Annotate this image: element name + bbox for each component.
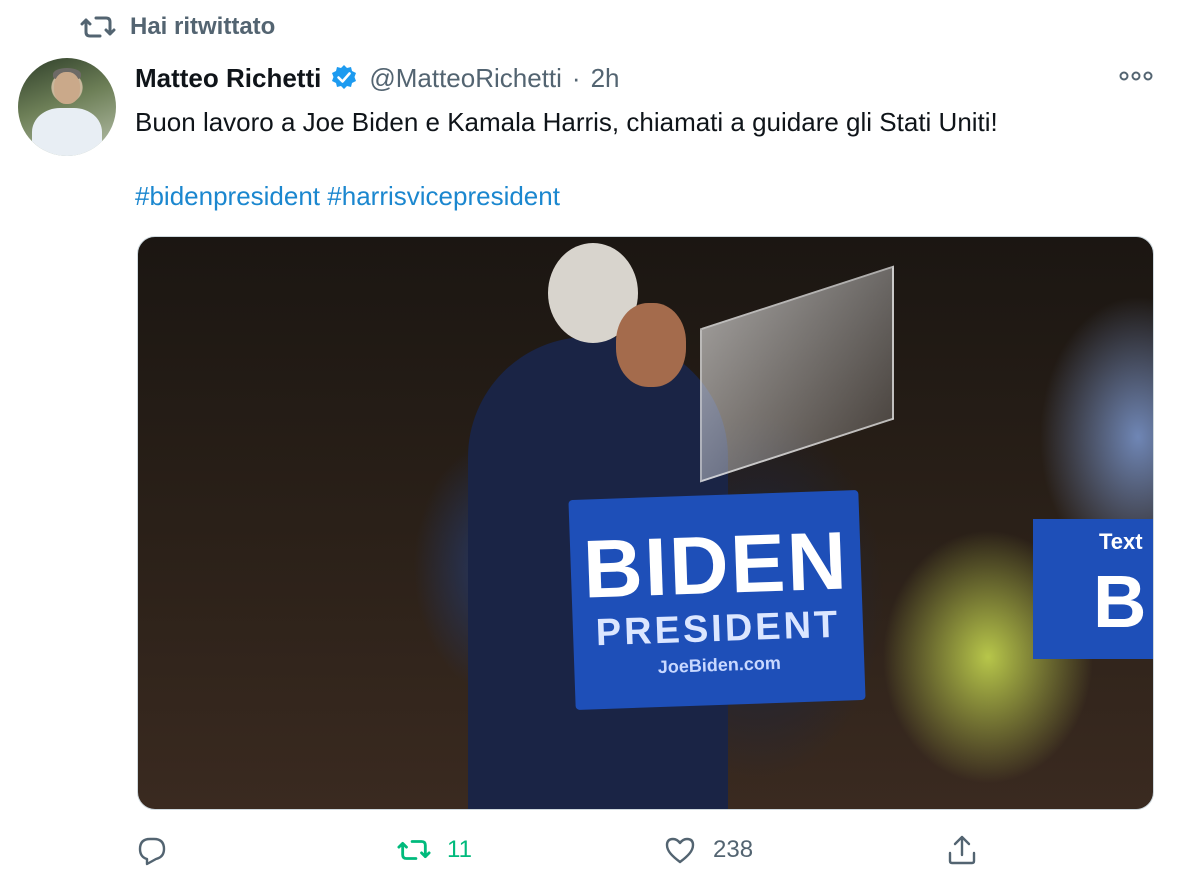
hashtags: #bidenpresident #harrisvicepresident (135, 178, 560, 214)
retweet-notice: Hai ritwittato (80, 12, 275, 42)
sign-right-text-big: B (1093, 560, 1147, 643)
avatar[interactable] (18, 58, 116, 156)
reply-button[interactable] (135, 826, 169, 874)
retweet-notice-label: Hai ritwittato (130, 13, 276, 40)
share-button[interactable] (945, 826, 979, 874)
separator-dot: · (571, 62, 581, 93)
retweet-icon (80, 16, 116, 38)
tweet-time[interactable]: 2h (591, 63, 620, 94)
photo-teleprompter (700, 265, 894, 483)
photo-campaign-sign: BIDEN PRESIDENT JoeBiden.com (568, 490, 866, 710)
tweet-text: Buon lavoro a Joe Biden e Kamala Harris,… (135, 107, 998, 137)
hashtag-link[interactable]: #bidenpresident (135, 181, 320, 211)
author-handle[interactable]: @MatteoRichetti (369, 63, 562, 94)
heart-icon (665, 837, 695, 864)
sign-text-small: PRESIDENT (595, 603, 841, 655)
tweet-actions: 11 238 (135, 826, 1158, 874)
verified-badge-icon (332, 65, 357, 89)
sign-right-text-top: Text (1099, 529, 1143, 554)
sign-text-big: BIDEN (581, 515, 850, 616)
like-button[interactable]: 238 (663, 826, 753, 874)
hashtag-link[interactable]: #harrisvicepresident (327, 181, 560, 211)
photo-campaign-sign-right: Text B (1033, 519, 1153, 659)
tweet-header: Matteo Richetti @MatteoRichetti · 2h (135, 58, 1156, 98)
retweet-count: 11 (447, 836, 472, 863)
reply-icon (138, 837, 166, 866)
retweet-button[interactable]: 11 (397, 826, 472, 874)
more-icon[interactable] (1116, 64, 1156, 88)
tweet-photo[interactable]: BIDEN PRESIDENT JoeBiden.com Text B (137, 236, 1154, 810)
author-name[interactable]: Matteo Richetti (135, 63, 321, 94)
share-icon (948, 835, 976, 865)
like-count: 238 (713, 836, 754, 863)
retweet-icon (397, 840, 431, 860)
sign-text-tiny: JoeBiden.com (657, 652, 782, 678)
photo-figure-face (616, 303, 686, 387)
